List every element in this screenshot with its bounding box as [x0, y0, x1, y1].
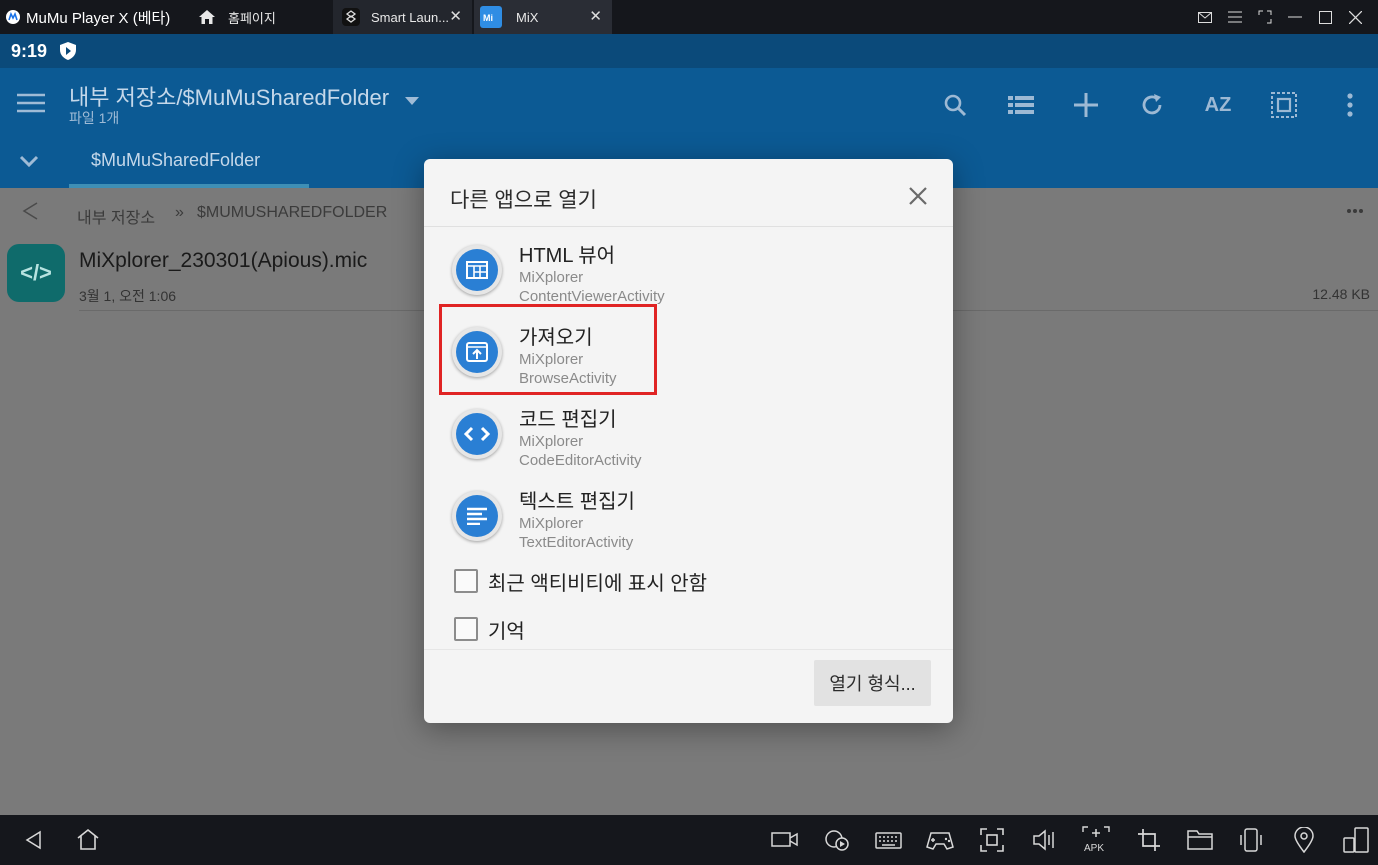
host-app-title: MuMu Player X (베타) — [0, 0, 170, 34]
dialog-title: 다른 앱으로 열기 — [450, 189, 597, 212]
divider — [424, 649, 953, 650]
tab-mix[interactable]: Mi MiX ✕ — [474, 0, 612, 34]
option-app: MiXplorer — [519, 515, 584, 532]
file-date: 3월 1, 오전 1:06 — [79, 288, 177, 304]
tab-shared-folder[interactable]: $MuMuSharedFolder — [69, 140, 309, 188]
option-app: MiXplorer — [519, 269, 584, 286]
checkbox[interactable] — [454, 617, 478, 641]
rotate-device-icon[interactable] — [1238, 827, 1264, 853]
home-icon — [198, 9, 216, 25]
status-clock: 9:19 — [11, 41, 48, 61]
minimize-icon[interactable] — [1286, 8, 1304, 26]
add-icon[interactable] — [1071, 90, 1101, 120]
mumu-logo-icon — [6, 10, 20, 24]
install-apk-icon[interactable]: APK — [1082, 826, 1110, 854]
multi-window-icon[interactable] — [1343, 827, 1369, 853]
option-title: 코드 편집기 — [519, 409, 617, 431]
more-vertical-icon[interactable] — [1335, 90, 1365, 120]
host-title-bar: MuMu Player X (베타) 홈페이지 Smart Laun... ✕ … — [0, 0, 1378, 34]
checkbox-remember[interactable]: 기억 — [454, 614, 525, 644]
mix-app-icon: Mi — [480, 6, 502, 28]
keyboard-icon[interactable] — [875, 832, 902, 849]
menu-icon[interactable] — [1226, 8, 1244, 26]
breadcrumb-root[interactable]: 내부 저장소 — [77, 204, 155, 228]
option-code-editor[interactable]: 코드 편집기 MiXplorer CodeEditorActivity — [424, 399, 953, 481]
mail-icon[interactable] — [1196, 8, 1214, 26]
checkbox-label: 기억 — [488, 620, 525, 643]
location-icon[interactable] — [1293, 827, 1315, 853]
screen-record-icon[interactable] — [771, 830, 798, 848]
app-title-text: MuMu Player X (베타) — [26, 9, 171, 27]
refresh-icon[interactable] — [1137, 90, 1167, 120]
svg-text:Mi: Mi — [483, 13, 493, 23]
tab-label: 홈페이지 — [228, 10, 276, 26]
search-icon[interactable] — [940, 90, 970, 120]
code-file-icon: </> — [7, 244, 65, 302]
code-editor-icon — [452, 409, 502, 459]
window-controls — [1196, 0, 1364, 34]
html-viewer-icon — [452, 245, 502, 295]
checkbox-label: 최근 액티비티에 표시 안함 — [488, 572, 708, 595]
option-activity: CodeEditorActivity — [519, 452, 642, 469]
divider — [424, 226, 953, 227]
chevron-down-icon[interactable] — [18, 154, 40, 168]
shield-icon — [60, 42, 76, 60]
host-bottom-toolbar: APK — [0, 815, 1378, 865]
tab-home[interactable]: 홈페이지 — [190, 0, 330, 34]
maximize-icon[interactable] — [1316, 8, 1334, 26]
option-activity: TextEditorActivity — [519, 534, 634, 551]
file-icon-glyph: </> — [20, 260, 52, 285]
path-dropdown-icon[interactable] — [404, 96, 420, 106]
close-window-icon[interactable] — [1346, 8, 1364, 26]
file-count-subtitle: 파일 1개 — [69, 110, 120, 126]
open-with-dialog: 다른 앱으로 열기 HTML 뷰어 MiXplorer ContentViewe… — [424, 159, 953, 723]
open-as-button[interactable]: 열기 형식... — [814, 660, 931, 706]
option-activity: ContentViewerActivity — [519, 288, 665, 305]
checkbox-hide-recents[interactable]: 최근 액티비티에 표시 안함 — [454, 566, 707, 596]
breadcrumb-back-icon[interactable] — [22, 202, 40, 220]
text-editor-icon — [452, 491, 502, 541]
breadcrumb-separator: » — [175, 204, 184, 221]
back-icon[interactable] — [24, 830, 42, 850]
option-title: HTML 뷰어 — [519, 245, 616, 267]
gamepad-icon[interactable] — [925, 831, 955, 851]
crop-icon[interactable] — [1137, 828, 1161, 852]
sort-az-button[interactable]: AZ — [1200, 90, 1236, 120]
android-status-bar: 9:19 — [0, 34, 1378, 68]
home-nav-icon[interactable] — [76, 828, 100, 850]
restore-icon[interactable] — [1256, 8, 1274, 26]
screenshot-icon[interactable] — [980, 828, 1004, 852]
close-icon[interactable] — [908, 186, 928, 206]
option-title: 텍스트 편집기 — [519, 491, 635, 513]
close-tab-icon[interactable]: ✕ — [449, 9, 462, 24]
tab-smart-launcher[interactable]: Smart Laun... ✕ — [333, 0, 472, 34]
list-view-icon[interactable] — [1006, 90, 1036, 120]
file-size: 12.48 KB — [1312, 286, 1370, 302]
tab-label: $MuMuSharedFolder — [91, 150, 261, 170]
file-name[interactable]: MiXplorer_230301(Apious).mic — [79, 249, 367, 273]
tab-label: Smart Laun... — [371, 9, 450, 25]
option-text-editor[interactable]: 텍스트 편집기 MiXplorer TextEditorActivity — [424, 481, 953, 563]
breadcrumb-current[interactable]: $MUMUSHAREDFOLDER — [197, 204, 387, 222]
highlight-box — [439, 304, 657, 395]
option-app: MiXplorer — [519, 433, 584, 450]
close-tab-icon[interactable]: ✕ — [589, 9, 602, 24]
tab-label: MiX — [516, 9, 539, 25]
macro-icon[interactable] — [823, 828, 851, 852]
smart-launcher-icon — [341, 7, 361, 27]
folder-icon[interactable] — [1187, 829, 1213, 851]
volume-icon[interactable] — [1032, 828, 1056, 852]
select-all-icon[interactable] — [1269, 90, 1299, 120]
more-horizontal-icon[interactable] — [1346, 208, 1364, 214]
hamburger-menu-icon[interactable] — [16, 92, 46, 114]
svg-text:APK: APK — [1084, 843, 1104, 854]
checkbox[interactable] — [454, 569, 478, 593]
